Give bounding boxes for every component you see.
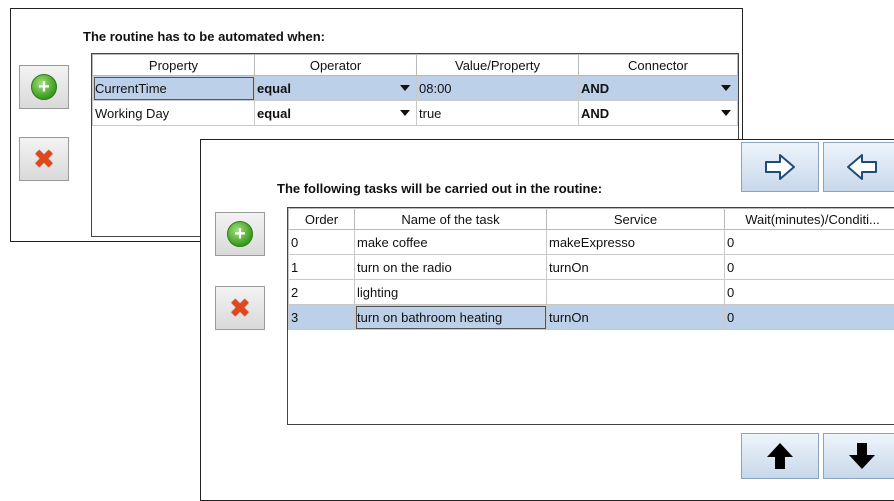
wait-cell[interactable]: 0 — [725, 305, 894, 330]
conditions-heading: The routine has to be automated when: — [83, 29, 325, 44]
task-name-cell[interactable]: make coffee — [355, 230, 547, 255]
service-cell[interactable]: makeExpresso — [547, 230, 725, 255]
arrow-down-icon — [847, 441, 877, 471]
service-cell[interactable] — [547, 280, 725, 305]
tasks-heading: The following tasks will be carried out … — [277, 181, 602, 196]
next-button[interactable] — [741, 142, 819, 192]
service-cell[interactable]: turnOn — [547, 305, 725, 330]
connector-dropdown[interactable]: AND — [579, 101, 738, 126]
x-icon: ✖ — [33, 146, 55, 172]
x-icon: ✖ — [229, 295, 251, 321]
move-up-button[interactable] — [741, 433, 819, 479]
task-name-cell[interactable]: turn on bathroom heating — [355, 305, 547, 330]
arrow-left-icon — [845, 152, 879, 182]
delete-task-button[interactable]: ✖ — [215, 286, 265, 330]
service-cell[interactable]: turnOn — [547, 255, 725, 280]
table-row[interactable]: 1 turn on the radio turnOn 0 — [289, 255, 894, 280]
order-cell[interactable]: 3 — [289, 305, 355, 330]
table-row[interactable]: 3 turn on bathroom heating turnOn 0 — [289, 305, 894, 330]
operator-dropdown[interactable]: equal — [255, 76, 417, 101]
wait-cell[interactable]: 0 — [725, 280, 894, 305]
connector-value: AND — [581, 106, 609, 121]
table-row[interactable]: CurrentTime equal 08:00 AND — [93, 76, 738, 101]
arrow-up-icon — [765, 441, 795, 471]
move-down-button[interactable] — [823, 433, 894, 479]
order-cell[interactable]: 0 — [289, 230, 355, 255]
order-cell[interactable]: 1 — [289, 255, 355, 280]
property-cell[interactable]: Working Day — [93, 101, 255, 126]
column-header-service[interactable]: Service — [547, 209, 725, 230]
delete-condition-button[interactable]: ✖ — [19, 137, 69, 181]
conditions-table: Property Operator Value/Property Connect… — [92, 54, 738, 126]
value-cell[interactable]: 08:00 — [417, 76, 579, 101]
table-row[interactable]: 2 lighting 0 — [289, 280, 894, 305]
column-header-connector[interactable]: Connector — [579, 55, 738, 76]
connector-dropdown[interactable]: AND — [579, 76, 738, 101]
connector-value: AND — [581, 81, 609, 96]
wait-cell[interactable]: 0 — [725, 255, 894, 280]
task-name-cell[interactable]: turn on the radio — [355, 255, 547, 280]
wait-cell[interactable]: 0 — [725, 230, 894, 255]
plus-circle-icon: + — [227, 221, 253, 247]
column-header-task-name[interactable]: Name of the task — [355, 209, 547, 230]
add-condition-button[interactable]: + — [19, 65, 69, 109]
column-header-order[interactable]: Order — [289, 209, 355, 230]
tasks-panel: The following tasks will be carried out … — [200, 139, 894, 501]
arrow-right-icon — [763, 152, 797, 182]
chevron-down-icon[interactable] — [400, 110, 410, 116]
column-header-value[interactable]: Value/Property — [417, 55, 579, 76]
column-header-wait[interactable]: Wait(minutes)/Conditi... — [725, 209, 894, 230]
table-row[interactable]: Working Day equal true AND — [93, 101, 738, 126]
operator-dropdown[interactable]: equal — [255, 101, 417, 126]
tasks-table: Order Name of the task Service Wait(minu… — [288, 208, 894, 330]
operator-value: equal — [257, 106, 291, 121]
operator-value: equal — [257, 81, 291, 96]
previous-button[interactable] — [823, 142, 894, 192]
task-name-cell[interactable]: lighting — [355, 280, 547, 305]
plus-circle-icon: + — [31, 74, 57, 100]
value-cell[interactable]: true — [417, 101, 579, 126]
table-row[interactable]: 0 make coffee makeExpresso 0 — [289, 230, 894, 255]
chevron-down-icon[interactable] — [400, 85, 410, 91]
column-header-property[interactable]: Property — [93, 55, 255, 76]
order-cell[interactable]: 2 — [289, 280, 355, 305]
column-header-operator[interactable]: Operator — [255, 55, 417, 76]
chevron-down-icon[interactable] — [721, 85, 731, 91]
chevron-down-icon[interactable] — [721, 110, 731, 116]
property-cell[interactable]: CurrentTime — [93, 76, 255, 101]
add-task-button[interactable]: + — [215, 212, 265, 256]
